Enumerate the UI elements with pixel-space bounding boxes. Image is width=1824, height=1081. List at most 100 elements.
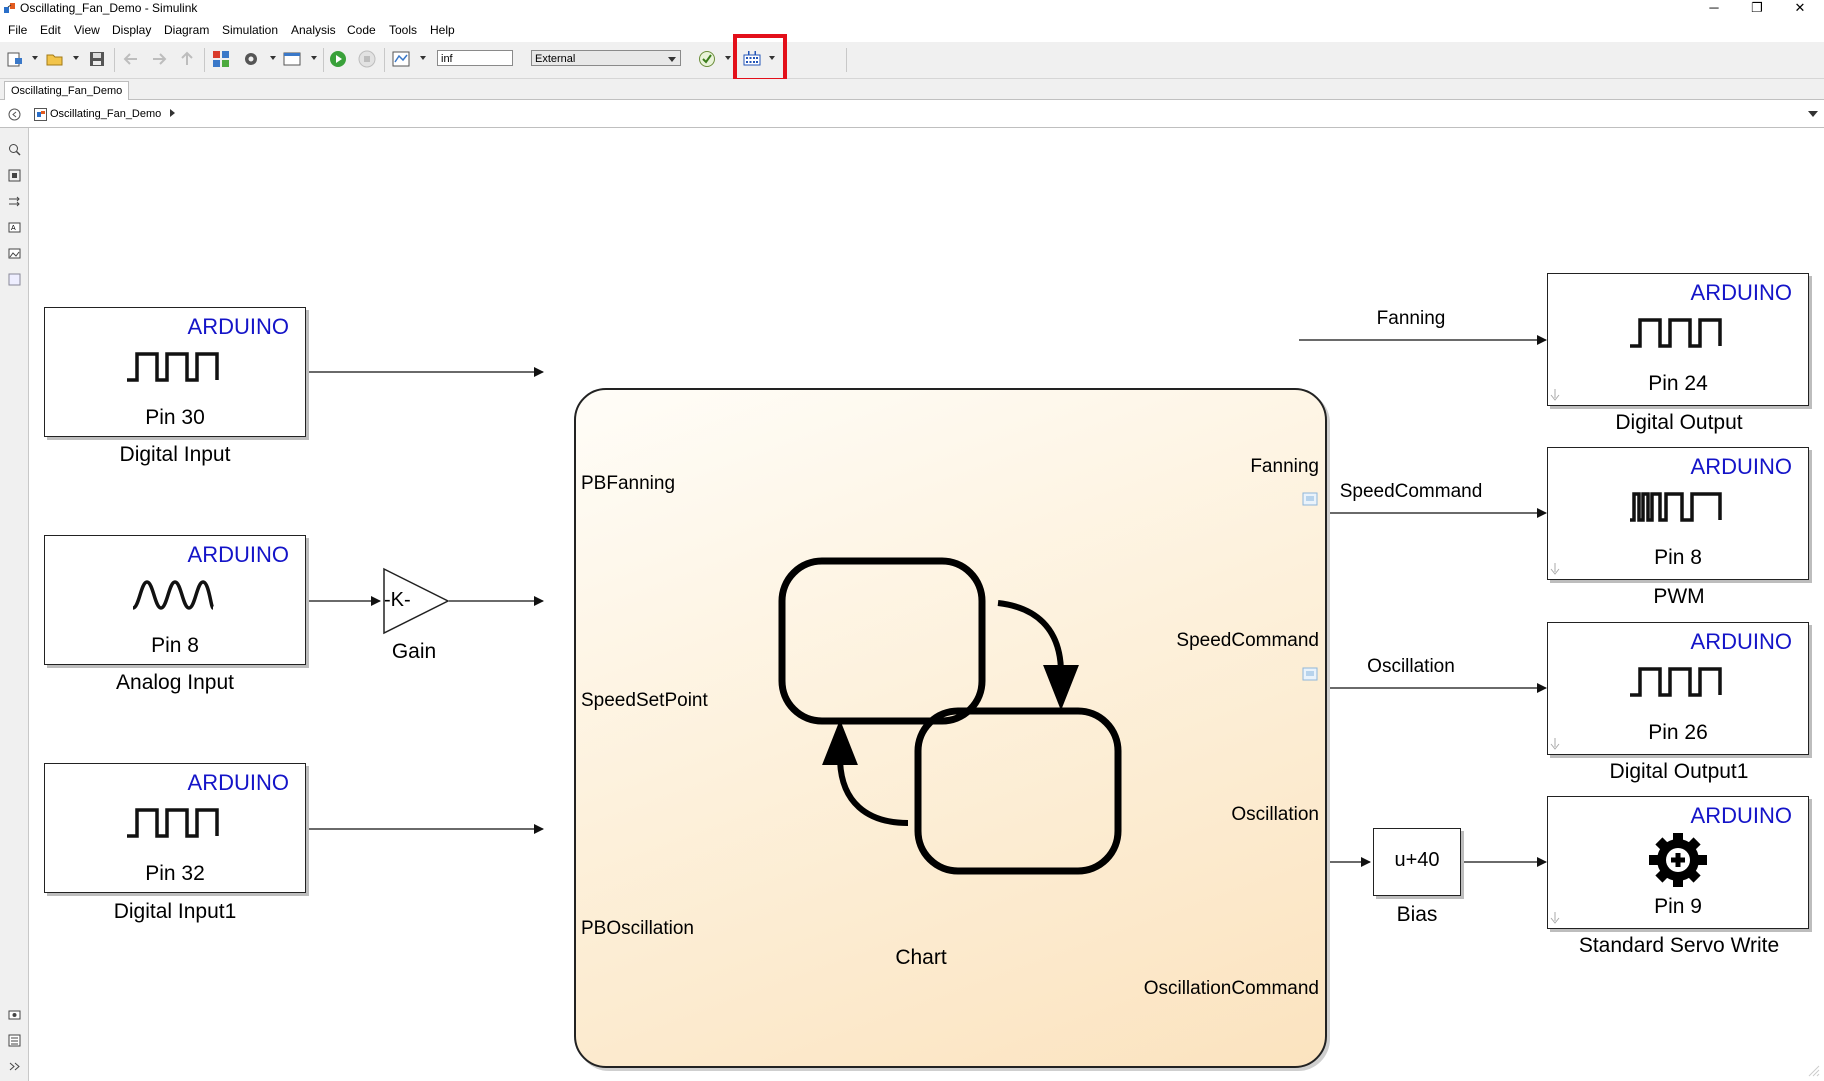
pwm-wave-icon bbox=[1630, 492, 1722, 522]
stop-icon[interactable] bbox=[358, 50, 376, 68]
back-icon[interactable] bbox=[122, 50, 140, 68]
hide-browser-icon[interactable] bbox=[8, 108, 21, 121]
menu-diagram[interactable]: Diagram bbox=[164, 23, 209, 37]
menu-analysis[interactable]: Analysis bbox=[291, 23, 336, 37]
bias-caption: Bias bbox=[1396, 903, 1438, 926]
run-icon[interactable] bbox=[329, 50, 347, 68]
chart-out-port-oscillationcommand: OscillationCommand bbox=[1143, 978, 1319, 999]
restore-button[interactable]: ❐ bbox=[1737, 0, 1777, 16]
zoom-icon[interactable] bbox=[8, 143, 21, 156]
digital-output1-caption: Digital Output1 bbox=[1609, 760, 1749, 783]
digital-output-block[interactable]: ARDUINO Pin 24 bbox=[1547, 273, 1809, 406]
digital-output1-block[interactable]: ARDUINO Pin 26 bbox=[1547, 622, 1809, 755]
logging-badge-icon bbox=[1302, 667, 1318, 681]
toolbar bbox=[0, 42, 1824, 79]
tab-strip: Oscillating_Fan_Demo bbox=[0, 79, 1824, 100]
chart-out-port-speedcommand: SpeedCommand bbox=[1176, 630, 1319, 651]
annotation-icon[interactable]: A bbox=[8, 221, 21, 234]
signal-label-oscillation[interactable]: Oscillation bbox=[1367, 656, 1455, 678]
square-wave-icon bbox=[127, 352, 219, 382]
bias-block[interactable]: u+40 bbox=[1373, 828, 1461, 896]
simulink-app-icon bbox=[4, 3, 15, 13]
close-button[interactable]: ✕ bbox=[1780, 0, 1820, 16]
digital-output-caption: Digital Output bbox=[1615, 411, 1743, 434]
breadcrumb[interactable]: Oscillating_Fan_Demo bbox=[34, 106, 176, 122]
model-explorer-icon[interactable] bbox=[283, 50, 301, 68]
open-folder-icon[interactable] bbox=[46, 50, 64, 68]
toolbar-separator bbox=[323, 48, 324, 72]
inspector-dropdown-icon[interactable] bbox=[420, 56, 426, 60]
library-browser-icon[interactable] bbox=[212, 50, 230, 68]
screenshot-icon[interactable] bbox=[8, 1008, 21, 1021]
pin-label: Pin 24 bbox=[1648, 372, 1708, 395]
square-wave-icon bbox=[127, 808, 219, 838]
menu-help[interactable]: Help bbox=[430, 23, 455, 37]
simulation-mode-value: External bbox=[535, 53, 576, 65]
model-settings-gear-icon[interactable] bbox=[242, 50, 260, 68]
menu-display[interactable]: Display bbox=[112, 23, 151, 37]
route-lines-icon[interactable] bbox=[8, 195, 21, 208]
image-icon[interactable] bbox=[8, 247, 21, 260]
simulation-mode-select[interactable]: External bbox=[531, 50, 681, 66]
analog-input-block[interactable]: ARDUINO Pin 8 bbox=[44, 535, 306, 665]
servo-write-block[interactable]: ARDUINO Pin 9 bbox=[1547, 796, 1809, 929]
arduino-label: ARDUINO bbox=[187, 542, 289, 567]
new-dropdown-icon[interactable] bbox=[32, 56, 38, 60]
gain-caption: Gain bbox=[391, 640, 437, 663]
square-wave-icon bbox=[1630, 318, 1722, 348]
menu-edit[interactable]: Edit bbox=[40, 23, 61, 37]
advisor-dropdown-icon[interactable] bbox=[725, 56, 731, 60]
address-bar: Oscillating_Fan_Demo bbox=[0, 101, 1824, 128]
menu-view[interactable]: View bbox=[74, 23, 100, 37]
signal-label-fanning[interactable]: Fanning bbox=[1377, 308, 1446, 330]
digital-input-block[interactable]: ARDUINO Pin 30 bbox=[44, 307, 306, 437]
menu-code[interactable]: Code bbox=[347, 23, 376, 37]
breadcrumb-model: Oscillating_Fan_Demo bbox=[50, 108, 162, 120]
servo-write-caption: Standard Servo Write bbox=[1578, 934, 1780, 957]
pin-label: Pin 30 bbox=[145, 406, 205, 429]
new-model-icon[interactable] bbox=[6, 50, 24, 68]
digital-input-caption: Digital Input bbox=[119, 443, 231, 466]
toolbar-separator bbox=[846, 48, 847, 72]
open-dropdown-icon[interactable] bbox=[73, 56, 79, 60]
model-advisor-check-icon[interactable] bbox=[698, 50, 716, 68]
settings-dropdown-icon[interactable] bbox=[270, 56, 276, 60]
pwm-block[interactable]: ARDUINO Pin 8 bbox=[1547, 447, 1809, 580]
resize-grip-icon[interactable] bbox=[1806, 1063, 1820, 1077]
up-level-icon[interactable] bbox=[178, 50, 196, 68]
arduino-label: ARDUINO bbox=[187, 770, 289, 795]
left-palette: A bbox=[0, 128, 29, 1081]
gain-symbol: -K- bbox=[384, 589, 411, 611]
model-icon bbox=[34, 108, 47, 121]
data-inspector-icon[interactable] bbox=[392, 50, 410, 68]
forward-icon[interactable] bbox=[150, 50, 168, 68]
save-icon[interactable] bbox=[88, 50, 106, 68]
model-canvas[interactable]: ARDUINO Pin 30 Digital Input ARDUINO Pin… bbox=[29, 128, 1824, 1081]
expand-chevrons-icon[interactable] bbox=[8, 1060, 21, 1073]
down-arrow-icon bbox=[1550, 389, 1560, 401]
chart-in-port-pboscillation: PBOscillation bbox=[581, 918, 694, 939]
fit-to-view-icon[interactable] bbox=[8, 169, 21, 182]
explorer-dropdown-icon[interactable] bbox=[311, 56, 317, 60]
stop-time-input[interactable]: inf bbox=[437, 50, 513, 66]
chart-caption: Chart bbox=[895, 946, 947, 969]
address-dropdown-icon[interactable] bbox=[1808, 111, 1818, 117]
state-machine-icon bbox=[778, 557, 1122, 875]
property-inspector-icon[interactable] bbox=[8, 1034, 21, 1047]
servo-gear-icon bbox=[1649, 833, 1707, 887]
chart-out-port-fanning: Fanning bbox=[1250, 456, 1319, 477]
signal-label-speedcommand[interactable]: SpeedCommand bbox=[1340, 481, 1483, 503]
logging-badge-icon bbox=[1302, 492, 1318, 506]
menu-file[interactable]: File bbox=[8, 23, 27, 37]
area-icon[interactable] bbox=[8, 273, 21, 286]
arduino-label: ARDUINO bbox=[1690, 629, 1792, 654]
tab-model[interactable]: Oscillating_Fan_Demo bbox=[4, 81, 130, 100]
pin-label: Pin 9 bbox=[1654, 895, 1702, 918]
menu-simulation[interactable]: Simulation bbox=[222, 23, 278, 37]
minimize-button[interactable]: ─ bbox=[1694, 0, 1734, 15]
stateflow-chart-block[interactable]: PBFanning SpeedSetPoint PBOscillation Fa… bbox=[574, 388, 1327, 1068]
square-wave-icon bbox=[1630, 667, 1722, 697]
digital-input1-block[interactable]: ARDUINO Pin 32 bbox=[44, 763, 306, 893]
highlight-box bbox=[733, 34, 787, 82]
menu-tools[interactable]: Tools bbox=[389, 23, 417, 37]
